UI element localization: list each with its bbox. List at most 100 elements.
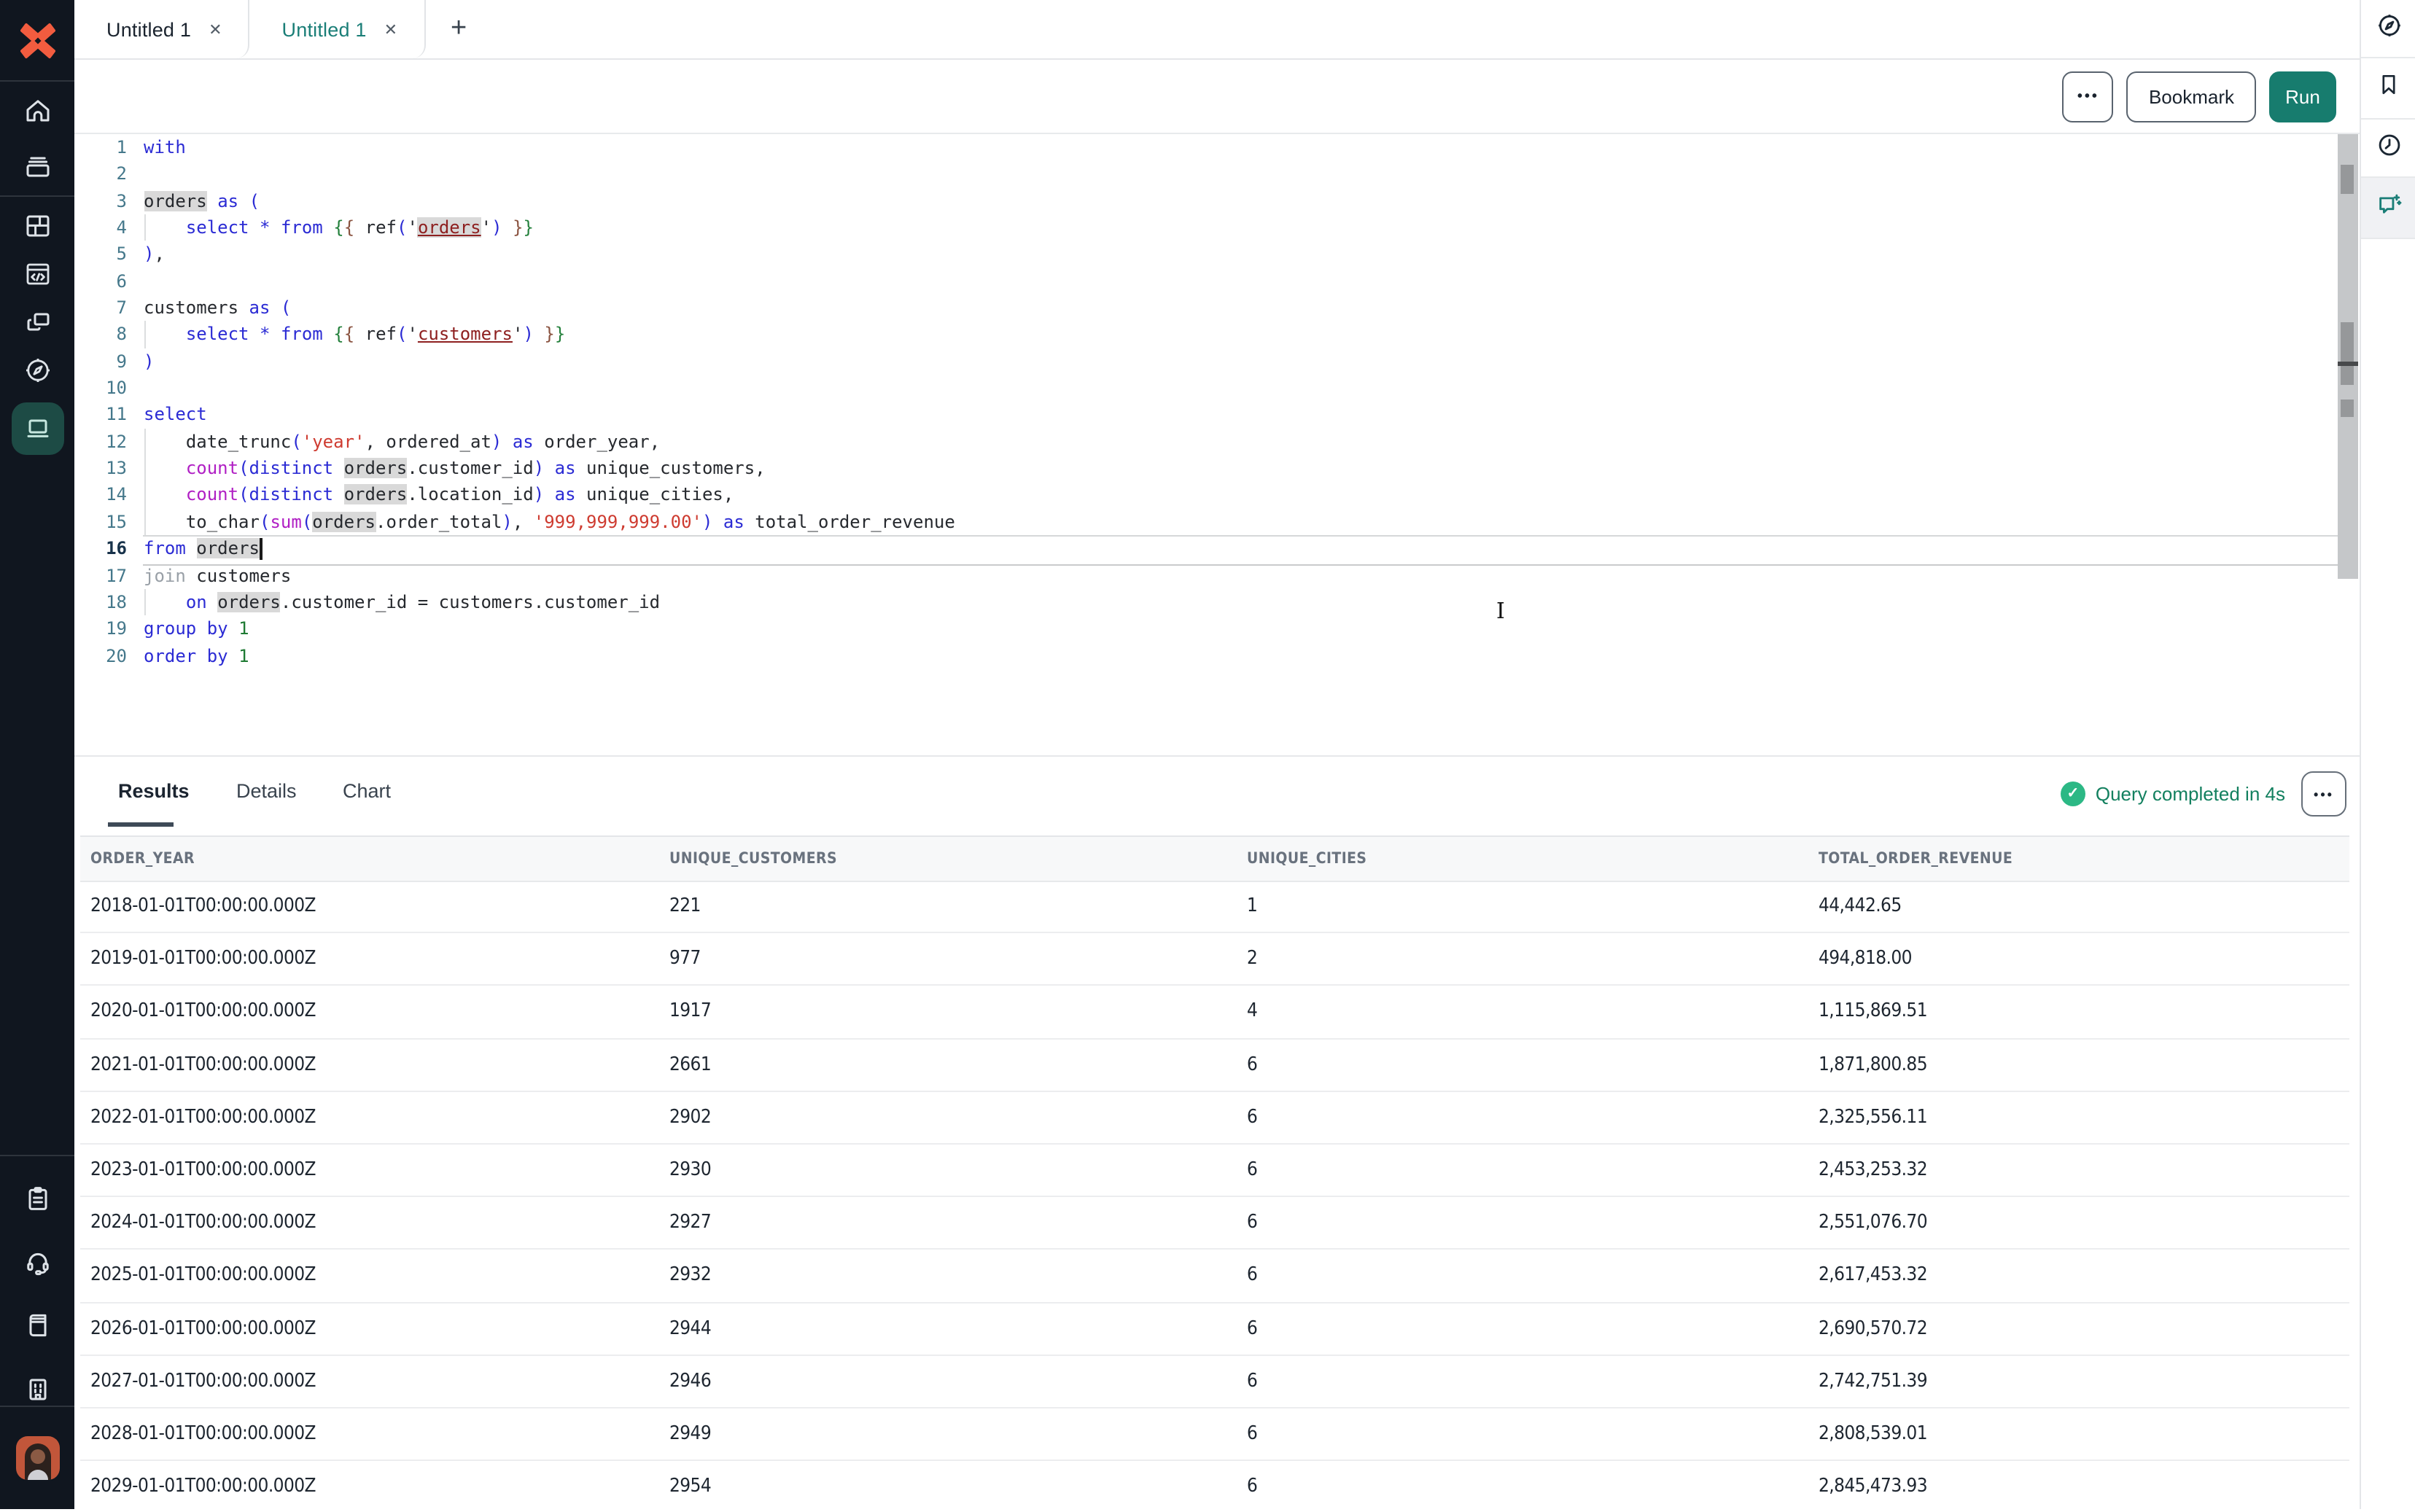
table-cell[interactable]: 494,818.00 (1819, 933, 1912, 984)
table-cell[interactable]: 2927 (669, 1197, 711, 1248)
table-body[interactable]: 2018-01-01T00:00:00.000Z221144,442.65201… (80, 881, 2349, 1512)
table-row[interactable]: 2025-01-01T00:00:00.000Z 2932 6 2,617,453.3… (80, 1250, 2349, 1303)
code-line[interactable]: 10 (74, 375, 2360, 402)
table-row[interactable]: 2027-01-01T00:00:00.000Z 2946 6 2,742,751.3… (80, 1355, 2349, 1408)
tab-details[interactable]: Details (236, 757, 297, 827)
table-cell[interactable]: 2661 (669, 1039, 711, 1090)
table-cell[interactable]: 1,871,800.85 (1819, 1039, 1927, 1090)
table-cell[interactable]: 4 (1247, 986, 1257, 1037)
code-line[interactable]: 5), (74, 241, 2360, 268)
table-row[interactable]: 2026-01-01T00:00:00.000Z294462,690,570.7… (80, 1303, 2349, 1355)
table-cell[interactable]: 2946 (669, 1355, 711, 1406)
sidebar-item-home[interactable] (0, 82, 74, 139)
user-avatar[interactable] (0, 1436, 74, 1480)
table-cell[interactable]: 2944 (669, 1303, 711, 1354)
sidebar-item-templates[interactable] (0, 1171, 74, 1226)
sidebar-item-notebook-active[interactable] (11, 402, 63, 455)
table-row[interactable]: 2029-01-01T00:00:00.000Z 2954 6 2,845,473.9… (80, 1461, 2349, 1512)
table-cell[interactable]: 2,742,751.39 (1819, 1355, 1927, 1406)
table-cell[interactable]: 2,551,076.70 (1819, 1197, 1927, 1248)
run-button[interactable]: Run (2269, 71, 2336, 122)
table-cell[interactable]: 6 (1247, 1197, 1257, 1248)
tab-chart[interactable]: Chart (343, 757, 391, 827)
code-line[interactable]: 14 count(distinct orders.location_id) as… (74, 482, 2360, 509)
table-cell[interactable]: 2,325,556.11 (1819, 1092, 1927, 1143)
code-line[interactable]: 7customers as ( (74, 295, 2360, 322)
column-header[interactable]: TOTAL_ORDER_REVENUE (1819, 837, 2012, 881)
editor-scrollbar[interactable] (2338, 134, 2358, 579)
rail-item-explore[interactable] (2361, 0, 2415, 58)
code-line[interactable]: 15 to_char(sum(orders.order_total), '999… (74, 509, 2360, 536)
rail-item-ai-chat[interactable] (2361, 178, 2415, 239)
table-cell[interactable]: 2025-01-01T00:00:00.000Z (90, 1250, 316, 1301)
table-cell[interactable]: 2,617,453.32 (1819, 1250, 1927, 1301)
code-line[interactable]: 19group by 1 (74, 615, 2360, 642)
table-cell[interactable]: 2,808,539.01 (1819, 1408, 1927, 1460)
code-line[interactable]: 18 on orders.customer_id = customers.cus… (74, 589, 2360, 616)
close-icon[interactable]: ✕ (206, 17, 225, 42)
table-row[interactable]: 2019-01-01T00:00:00.000Z 977 2 494,818.00 (80, 933, 2349, 986)
code-line[interactable]: 4 select * from {{ ref('orders') }} (74, 214, 2360, 241)
table-cell[interactable]: 2019-01-01T00:00:00.000Z (90, 933, 316, 984)
table-row[interactable]: 2020-01-01T00:00:00.000Z 1917 4 1,115,869.5… (80, 986, 2349, 1039)
sidebar-item-docs[interactable] (0, 1298, 74, 1353)
code-line[interactable]: 17join customers (74, 562, 2360, 589)
table-cell[interactable]: 2021-01-01T00:00:00.000Z (90, 1039, 316, 1090)
table-cell[interactable]: 2029-01-01T00:00:00.000Z (90, 1461, 316, 1512)
table-cell[interactable]: 6 (1247, 1092, 1257, 1143)
hex-logo[interactable] (0, 0, 74, 82)
table-cell[interactable]: 6 (1247, 1355, 1257, 1406)
sidebar-item-apps[interactable] (0, 297, 74, 346)
table-row[interactable]: 2028-01-01T00:00:00.000Z294962,808,539.0… (80, 1408, 2349, 1461)
table-cell[interactable]: 2930 (669, 1145, 711, 1196)
sidebar-item-support[interactable] (0, 1235, 74, 1290)
table-cell[interactable]: 977 (669, 933, 701, 984)
code-line[interactable]: 1with (74, 134, 2360, 161)
table-cell[interactable]: 2020-01-01T00:00:00.000Z (90, 986, 316, 1037)
table-row[interactable]: 2021-01-01T00:00:00.000Z 2661 6 1,871,800.8… (80, 1039, 2349, 1091)
table-cell[interactable]: 2027-01-01T00:00:00.000Z (90, 1355, 316, 1406)
column-header[interactable]: UNIQUE_CITIES (1247, 837, 1366, 881)
table-cell[interactable]: 1 (1247, 881, 1257, 932)
table-row[interactable]: 2022-01-01T00:00:00.000Z 2902 6 2,325,556.1… (80, 1092, 2349, 1145)
table-row[interactable]: 2023-01-01T00:00:00.000Z293062,453,253.3… (80, 1145, 2349, 1197)
sidebar-item-projects[interactable] (0, 137, 74, 197)
close-icon[interactable]: ✕ (381, 17, 400, 42)
table-cell[interactable]: 6 (1247, 1039, 1257, 1090)
table-cell[interactable]: 6 (1247, 1250, 1257, 1301)
tab-untitled-1[interactable]: Untitled 1 ✕ (74, 0, 250, 58)
table-cell[interactable]: 44,442.65 (1819, 881, 1902, 932)
column-header[interactable]: UNIQUE_CUSTOMERS (669, 837, 837, 881)
table-cell[interactable]: 2 (1247, 933, 1257, 984)
table-row[interactable]: 2024-01-01T00:00:00.000Z 2927 6 2,551,076.7… (80, 1197, 2349, 1250)
sql-editor[interactable]: 1with23orders as (4 select * from {{ ref… (74, 134, 2360, 755)
code-line[interactable]: 11select (74, 402, 2360, 429)
tab-results[interactable]: Results (118, 757, 190, 827)
table-cell[interactable]: 2,845,473.93 (1819, 1461, 1927, 1512)
table-cell[interactable]: 1917 (669, 986, 711, 1037)
table-cell[interactable]: 1,115,869.51 (1819, 986, 1927, 1037)
table-cell[interactable]: 2,453,253.32 (1819, 1145, 1927, 1196)
code-line[interactable]: 8 select * from {{ ref('customers') }} (74, 322, 2360, 348)
table-cell[interactable]: 2024-01-01T00:00:00.000Z (90, 1197, 316, 1248)
column-header[interactable]: ORDER_YEAR (90, 837, 195, 881)
code-line[interactable]: 12 date_trunc('year', ordered_at) as ord… (74, 429, 2360, 456)
table-row[interactable]: 2018-01-01T00:00:00.000Z221144,442.65 (80, 881, 2349, 933)
table-cell[interactable]: 6 (1247, 1303, 1257, 1354)
table-cell[interactable]: 2022-01-01T00:00:00.000Z (90, 1092, 316, 1143)
sidebar-item-explore[interactable] (0, 346, 74, 394)
rail-item-bookmarks[interactable] (2361, 58, 2415, 120)
sidebar-item-code[interactable] (0, 249, 74, 297)
table-cell[interactable]: 6 (1247, 1408, 1257, 1460)
results-more-button[interactable]: ••• (2301, 771, 2346, 817)
code-line[interactable]: 20order by 1 (74, 642, 2360, 669)
sidebar-item-organization[interactable] (0, 1362, 74, 1417)
table-cell[interactable]: 2902 (669, 1092, 711, 1143)
table-cell[interactable]: 2023-01-01T00:00:00.000Z (90, 1145, 316, 1196)
table-cell[interactable]: 2932 (669, 1250, 711, 1301)
table-cell[interactable]: 2954 (669, 1461, 711, 1512)
code-line[interactable]: 2 (74, 161, 2360, 188)
bookmark-button[interactable]: Bookmark (2127, 71, 2256, 122)
table-cell[interactable]: 2026-01-01T00:00:00.000Z (90, 1303, 316, 1354)
table-cell[interactable]: 6 (1247, 1461, 1257, 1512)
